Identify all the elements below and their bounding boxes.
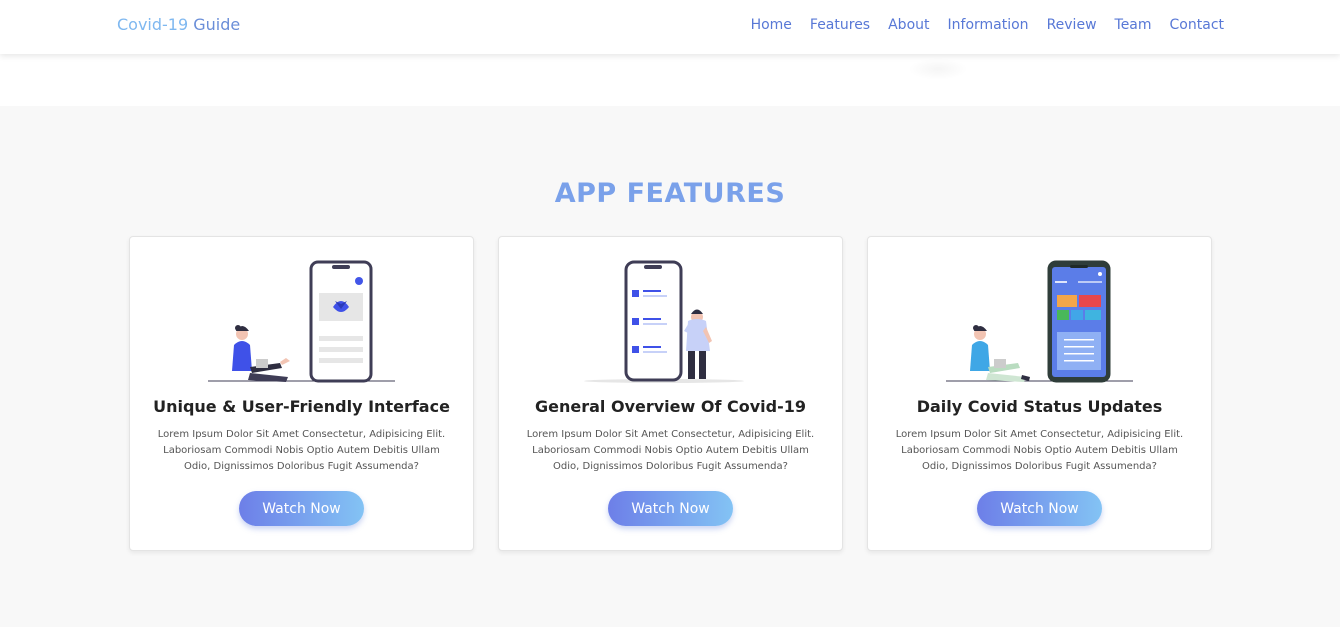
nav-link-features[interactable]: Features xyxy=(810,17,870,33)
card-description: Lorem Ipsum Dolor Sit Amet Consectetur, … xyxy=(157,429,446,472)
person-standing-phone-illustration xyxy=(584,260,744,383)
card-description: Lorem Ipsum Dolor Sit Amet Consectetur, … xyxy=(895,429,1184,472)
nav-link-about[interactable]: About xyxy=(888,17,929,33)
watch-now-button[interactable]: Watch Now xyxy=(977,491,1102,526)
card-title: Daily Covid Status Updates xyxy=(916,397,1163,416)
nav-link-contact[interactable]: Contact xyxy=(1170,17,1224,33)
person-with-status-phone-illustration xyxy=(946,260,1133,383)
nav-link-team[interactable]: Team xyxy=(1115,17,1152,33)
nav-link-information[interactable]: Information xyxy=(948,17,1029,33)
brand-part-1: Covid-19 xyxy=(117,15,189,34)
top-navbar: Covid-19 Guide Home Features About Infor… xyxy=(0,0,1340,54)
watch-now-button[interactable]: Watch Now xyxy=(239,491,364,526)
hero-bottom-strip xyxy=(0,54,1340,106)
card-title: General Overview Of Covid-19 xyxy=(535,397,806,416)
person-with-phone-illustration xyxy=(208,260,395,383)
watch-now-button[interactable]: Watch Now xyxy=(608,491,733,526)
brand-logo[interactable]: Covid-19 Guide xyxy=(117,15,240,34)
feature-card-2: General Overview Of Covid-19 Lorem Ipsum… xyxy=(498,236,843,551)
feature-card-3: Daily Covid Status Updates Lorem Ipsum D… xyxy=(867,236,1212,551)
nav-link-home[interactable]: Home xyxy=(751,17,792,33)
brand-part-2: Guide xyxy=(193,15,241,34)
section-title: APP FEATURES xyxy=(554,178,786,209)
feature-card-1: Unique & User-Friendly Interface Lorem I… xyxy=(129,236,474,551)
main-nav: Home Features About Information Review T… xyxy=(751,17,1224,33)
card-title: Unique & User-Friendly Interface xyxy=(153,397,450,416)
nav-link-review[interactable]: Review xyxy=(1047,17,1097,33)
faded-shape xyxy=(908,58,968,80)
card-description: Lorem Ipsum Dolor Sit Amet Consectetur, … xyxy=(526,429,815,472)
